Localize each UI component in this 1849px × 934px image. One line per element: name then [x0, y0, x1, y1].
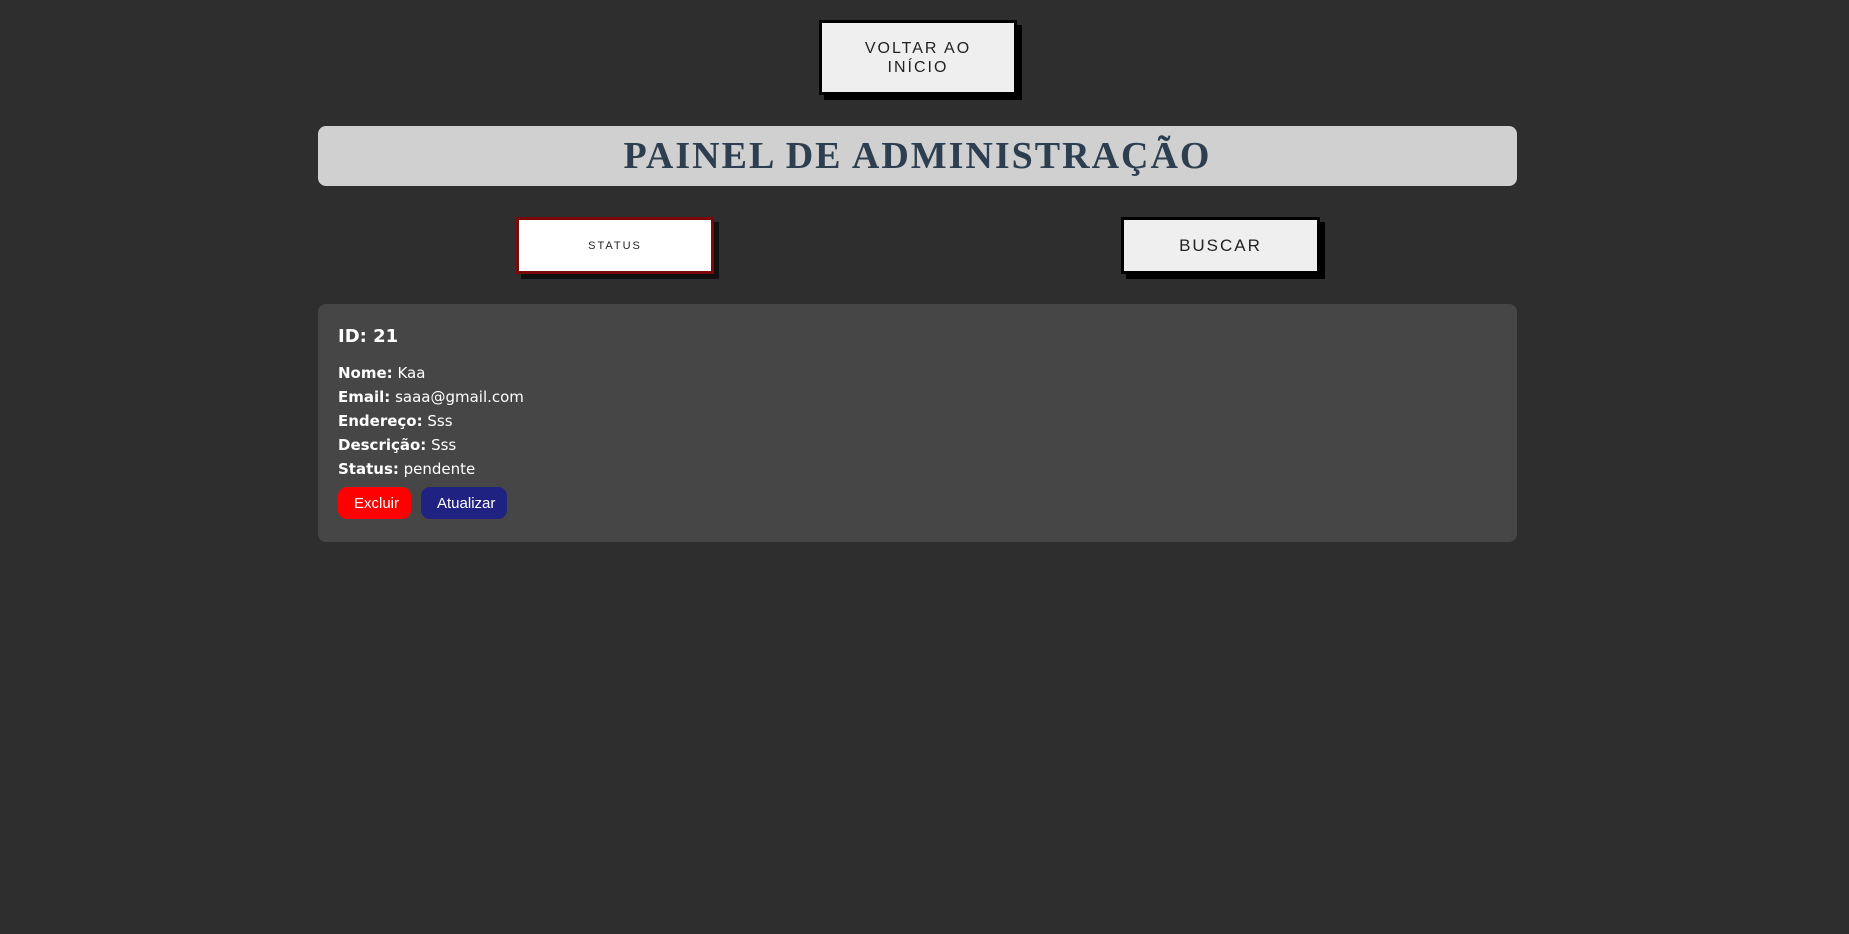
field-value: Sss — [427, 412, 453, 430]
page-title: PAINEL DE ADMINISTRAÇÃO — [623, 135, 1212, 177]
header-bar: PAINEL DE ADMINISTRAÇÃO — [318, 126, 1517, 186]
field-value: saaa@gmail.com — [395, 388, 524, 406]
record-actions: Excluir Atualizar — [338, 487, 1497, 519]
back-to-home-button[interactable]: VOLTAR AO INÍCIO — [819, 20, 1017, 95]
field-label: Nome: — [338, 364, 393, 382]
field-value: pendente — [403, 460, 476, 478]
field-status: Status: pendente — [338, 457, 1497, 481]
search-button[interactable]: BUSCAR — [1121, 217, 1320, 274]
delete-button[interactable]: Excluir — [338, 487, 411, 519]
status-button[interactable]: STATUS — [516, 217, 714, 274]
field-label: Descrição: — [338, 436, 427, 454]
field-value: Sss — [431, 436, 457, 454]
field-address: Endereço: Sss — [338, 409, 1497, 433]
record-id: ID: 21 — [338, 326, 399, 347]
field-label: Status: — [338, 460, 399, 478]
update-button[interactable]: Atualizar — [421, 487, 507, 519]
field-label: Endereço: — [338, 412, 423, 430]
field-email: Email: saaa@gmail.com — [338, 385, 1497, 409]
field-label: Email: — [338, 388, 391, 406]
field-description: Descrição: Sss — [338, 433, 1497, 457]
field-name: Nome: Kaa — [338, 361, 1497, 385]
record-card: ID: 21 Nome: Kaa Email: saaa@gmail.com E… — [318, 304, 1517, 542]
field-value: Kaa — [397, 364, 426, 382]
